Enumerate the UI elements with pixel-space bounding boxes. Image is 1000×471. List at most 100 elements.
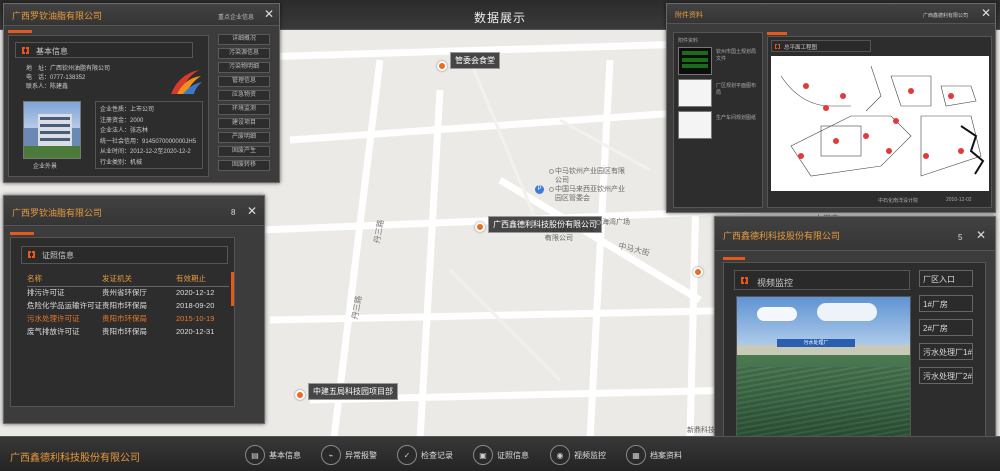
nav-inspection[interactable]: ✓ 检查记录 [397, 445, 453, 465]
camera-button-workshop-2[interactable]: 2#厂房 [919, 319, 973, 336]
map-marker[interactable] [475, 222, 485, 232]
side-button-pollutant-detail[interactable]: 污染物明细 [218, 62, 270, 73]
section-header: 总平面工程图 [771, 40, 871, 52]
map-marker[interactable] [437, 61, 447, 71]
table-row[interactable]: 排污许可证 贵州省环保厅 2020-12-12 [27, 286, 229, 299]
map-marker-label[interactable]: 管委会食堂 [450, 52, 500, 69]
detail-line: 行业类别：机械 [100, 159, 143, 166]
cert-date: 2015-10-19 [176, 314, 215, 323]
bottom-nav-bar: 广西鑫德利科技股份有限公司 ▤ 基本信息 ⌁ 异常报警 ✓ 检查记录 ▣ 证照信… [0, 436, 1000, 471]
map-marker[interactable] [295, 390, 305, 400]
engineering-drawing[interactable] [771, 56, 989, 191]
drawing-viewer: 总平面工程图 中石化南洋设计院 2010-12-02 [767, 36, 992, 208]
cert-name: 危险化学品运输许可证 [27, 301, 102, 310]
close-icon[interactable]: ✕ [247, 204, 257, 218]
section-title: 基本信息 [36, 47, 68, 56]
section-header: 基本信息 [15, 42, 193, 58]
cert-org: 贵州省环保厅 [102, 288, 147, 298]
thumbnail-caption: 生产车间规划图纸 [716, 115, 757, 121]
basic-info-content: 基本信息 地 址：广西钦州油脂有限公司 电 话：0777-13835⁢2 联系人… [8, 35, 209, 177]
poi-dot-icon [549, 187, 554, 192]
panel-company-name: 广西鑫德利科技股份有限公司 [723, 231, 841, 241]
side-button-emergency[interactable]: 应急物资 [218, 90, 270, 101]
attachments-panel: 附件资料 广西鑫德利有限公司 ✕ 附件资料 钦州市国土规划局文件 厂区规划平面图… [666, 3, 996, 213]
attachment-list: 附件资料 钦州市国土规划局文件 厂区规划平面图布局 生产车间规划图纸 [673, 32, 763, 208]
section-header: 视频监控 [734, 270, 910, 290]
side-button-waste-detail[interactable]: 产废明细 [218, 132, 270, 143]
close-icon[interactable]: ✕ [976, 228, 986, 242]
drawing-date: 2010-12-02 [946, 197, 972, 203]
panel-company-name: 广西罗钦油脂有限公司 [12, 208, 103, 218]
side-button-overview[interactable]: 详细概况 [218, 34, 270, 45]
company-details: 企业性质：上市公司 注册资金：2000 企业法人：张志林 统一社会信用：9145… [95, 101, 203, 169]
section-title: 视频监控 [757, 278, 794, 288]
camera-button-workshop-1[interactable]: 1#厂房 [919, 295, 973, 312]
thumbnail-image[interactable] [678, 79, 712, 107]
side-button-monitoring[interactable]: 环境监测 [218, 104, 270, 115]
nav-video[interactable]: ◉ 视频监控 [550, 445, 606, 465]
cert-date: 2018-09-20 [176, 301, 215, 310]
contact-info: 地 址：广西钦州油脂有限公司 电 话：0777-13835⁢2 联系人：陈建鑫 [26, 65, 110, 92]
thumbnail-image[interactable] [678, 111, 712, 139]
map-marker[interactable] [693, 267, 703, 277]
table-row-highlighted[interactable]: 污水处理许可证 贵阳市环保局 2015-10-19 [27, 312, 229, 325]
cert-name: 污水处理许可证 [27, 314, 80, 323]
detail-line: 企业法人：张志林 [100, 128, 149, 134]
camera-button-entrance[interactable]: 厂区入口 [919, 270, 973, 287]
camera-button-sewage-2[interactable]: 污水处理厂2# [919, 367, 973, 384]
close-icon[interactable]: ✕ [264, 7, 274, 21]
thumbnail-image[interactable] [678, 47, 712, 75]
poi-dot-icon [545, 235, 550, 240]
document-icon: ▤ [245, 445, 265, 465]
side-button-management[interactable]: 管理信息 [218, 76, 270, 87]
panel-header: 广西罗钦油脂有限公司 重点企业信息 ✕ [4, 4, 279, 26]
grid-icon [741, 277, 748, 284]
poi-dot-icon [596, 220, 601, 225]
accent-bar [767, 32, 787, 35]
video-feed[interactable]: 污水处理厂 [736, 296, 911, 440]
video-sign: 污水处理厂 [777, 339, 855, 347]
detail-line: 从业时间：2012-12-2至2020-12-2 [100, 149, 191, 155]
nav-basic-info[interactable]: ▤ 基本信息 [245, 445, 301, 465]
column-header: 名称 [27, 274, 42, 284]
drawing-caption: 中石化南洋设计院 [878, 198, 919, 204]
contact-person-text: 联系人：陈建鑫 [26, 84, 69, 90]
nav-label: 检查记录 [421, 450, 453, 460]
poi-dot-icon [549, 169, 554, 174]
parking-icon: P [535, 185, 544, 194]
certificate-table: 名称 发证机关 有效期止 排污许可证 贵州省环保厅 2020-12-12 危险化… [27, 272, 229, 338]
cert-name: 废气排放许可证 [27, 327, 80, 336]
cert-date: 2020-12-12 [176, 288, 215, 298]
side-button-waste-transfer[interactable]: 固废转移 [218, 160, 270, 171]
section-title: 总平面工程图 [784, 45, 818, 51]
nav-certificates[interactable]: ▣ 证照信息 [473, 445, 529, 465]
record-count: 8 [231, 208, 236, 217]
grid-icon [775, 43, 780, 50]
address-text: 地 址：广西钦州油脂有限公司 [26, 66, 111, 72]
table-row[interactable]: 危险化学品运输许可证 贵阳市环保局 2018-09-20 [27, 299, 229, 312]
map-marker-label[interactable]: 广西鑫德利科技股份有限公司 [488, 216, 602, 233]
nav-label: 基本信息 [269, 450, 301, 460]
thumbnail-caption: 厂区规划平面图布局 [716, 83, 757, 96]
side-button-solid-waste[interactable]: 固废产生 [218, 146, 270, 157]
camera-button-sewage-1[interactable]: 污水处理厂1# [919, 343, 973, 360]
phone-text: 电 话：0777-13835⁢2 [26, 75, 86, 81]
nav-archive[interactable]: ▦ 档案资料 [626, 445, 682, 465]
photo-caption: 企业外景 [33, 164, 58, 170]
side-button-projects[interactable]: 建设项目 [218, 118, 270, 129]
basic-info-panel: 广西罗钦油脂有限公司 重点企业信息 ✕ 基本信息 地 址：广西钦州油脂有限公司 … [3, 3, 280, 183]
detail-line: 企业性质：上市公司 [100, 107, 155, 113]
video-panel: 广西鑫德利科技股份有限公司 5 ✕ 视频监控 污水处理厂 厂区入口 1#厂房 2… [714, 216, 996, 457]
panel-header: 广西罗钦油脂有限公司 8 ✕ [4, 196, 264, 226]
close-icon[interactable]: ✕ [981, 6, 991, 20]
side-button-pollution-source[interactable]: 污染源信息 [218, 48, 270, 59]
company-photo[interactable] [23, 101, 81, 159]
poi-label: 海湾广场 [602, 219, 630, 226]
panel-company-name: 广西鑫德利有限公司 [923, 13, 969, 19]
nav-alarm[interactable]: ⌁ 异常报警 [321, 445, 377, 465]
key-enterprise-link[interactable]: 重点企业信息 [218, 12, 254, 21]
map-marker-label[interactable]: 中建五局科技园项目部 [308, 383, 398, 400]
thumbnail-caption: 钦州市国土规划局文件 [716, 49, 757, 62]
scrollbar[interactable] [231, 272, 234, 306]
table-row[interactable]: 废气排放许可证 贵阳市环保局 2020-12-31 [27, 325, 229, 338]
